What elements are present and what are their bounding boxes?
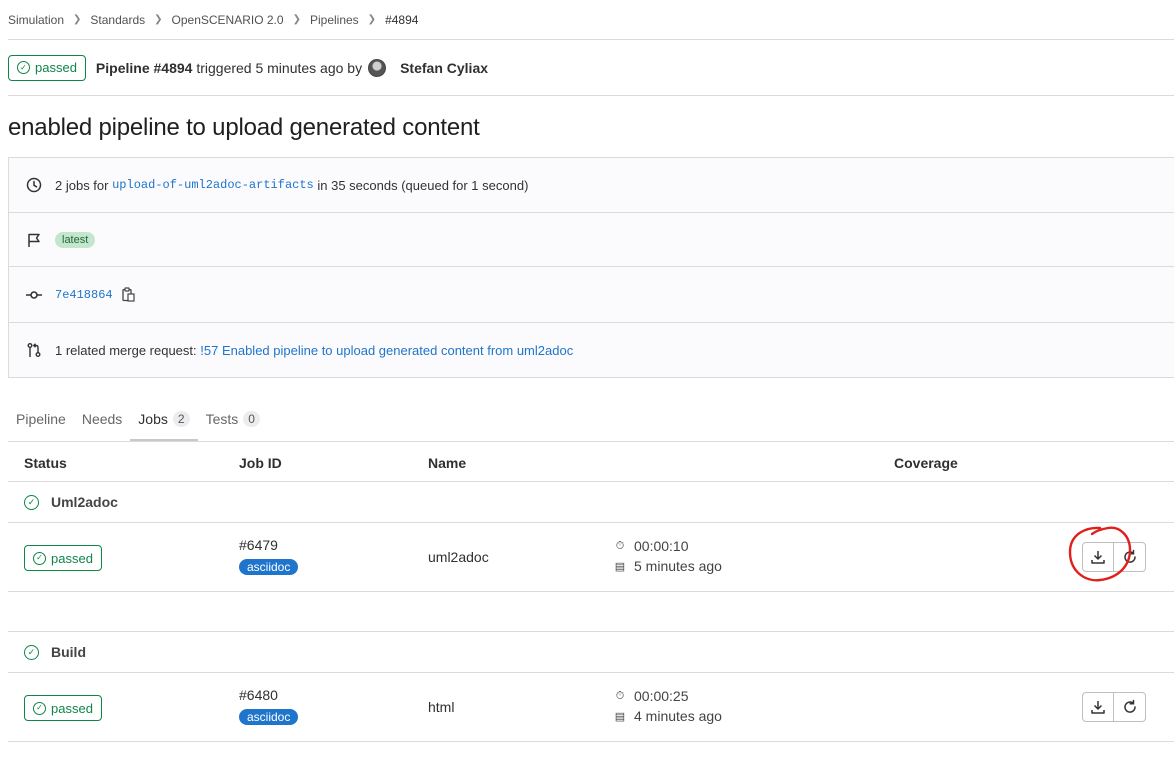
breadcrumb-pipelines[interactable]: Pipelines bbox=[310, 13, 359, 27]
download-icon bbox=[1091, 551, 1105, 564]
pipeline-info-box: 2 jobs for upload-of-uml2adoc-artifacts … bbox=[8, 157, 1174, 378]
pipeline-header-text: Pipeline #4894 triggered 5 minutes ago b… bbox=[95, 58, 488, 77]
calendar-icon: ▤ bbox=[614, 710, 626, 723]
job-status-text: passed bbox=[51, 550, 93, 566]
col-coverage: Coverage bbox=[894, 455, 958, 471]
download-artifacts-button[interactable] bbox=[1082, 542, 1114, 572]
job-actions bbox=[1082, 542, 1146, 572]
stage-header: ✓ Uml2adoc bbox=[8, 482, 1174, 523]
breadcrumb-simulation[interactable]: Simulation bbox=[8, 13, 64, 27]
info-row-badges: latest bbox=[9, 213, 1174, 267]
check-circle-icon: ✓ bbox=[17, 61, 30, 74]
avatar[interactable] bbox=[368, 58, 387, 77]
breadcrumb-standards[interactable]: Standards bbox=[90, 13, 145, 27]
job-duration-value: 00:00:25 bbox=[634, 688, 689, 704]
tab-tests[interactable]: Tests 0 bbox=[198, 411, 268, 441]
tab-pipeline[interactable]: Pipeline bbox=[8, 411, 74, 441]
col-name: Name bbox=[428, 455, 467, 471]
tab-label: Jobs bbox=[138, 411, 168, 427]
retry-icon bbox=[1123, 549, 1136, 563]
tab-label: Needs bbox=[81, 411, 123, 427]
job-status-text: passed bbox=[51, 700, 93, 716]
user-name[interactable]: Stefan Cyliax bbox=[400, 60, 488, 76]
stage-name: Build bbox=[51, 644, 86, 660]
table-row: ✓ passed #6480 asciidoc html ⏱ 00:00:25 … bbox=[8, 673, 1174, 742]
stage-header: ✓ Build bbox=[8, 632, 1174, 673]
job-finished-value: 4 minutes ago bbox=[634, 708, 722, 724]
tab-needs[interactable]: Needs bbox=[74, 411, 130, 441]
tab-jobs[interactable]: Jobs 2 bbox=[130, 411, 198, 441]
info-row-merge-request: 1 related merge request: !57 Enabled pip… bbox=[9, 323, 1174, 377]
pipeline-status-badge[interactable]: ✓ passed bbox=[8, 54, 86, 81]
pipeline-status-text: passed bbox=[35, 60, 77, 75]
branch-link[interactable]: upload-of-uml2adoc-artifacts bbox=[112, 178, 314, 192]
mr-prefix: 1 related merge request: bbox=[55, 342, 197, 358]
table-row: ✓ passed #6479 asciidoc uml2adoc ⏱ 00:00… bbox=[8, 523, 1174, 592]
breadcrumb-pipeline-id[interactable]: #4894 bbox=[385, 13, 418, 27]
job-finished: ▤ 4 minutes ago bbox=[614, 708, 722, 724]
pipeline-tabs: Pipeline Needs Jobs 2 Tests 0 bbox=[8, 378, 1174, 442]
pipeline-label: Pipeline #4894 bbox=[95, 59, 193, 76]
chevron-right-icon: ❯ bbox=[367, 14, 377, 25]
flag-icon bbox=[25, 231, 43, 249]
triggered-text: triggered 5 minutes ago by bbox=[196, 59, 363, 76]
job-actions bbox=[1082, 692, 1146, 722]
jobs-suffix: in 35 seconds (queued for 1 second) bbox=[317, 177, 529, 193]
job-name-link[interactable]: uml2adoc bbox=[428, 549, 489, 565]
tab-label: Tests bbox=[205, 411, 239, 427]
commit-sha-link[interactable]: 7e418864 bbox=[55, 288, 113, 302]
chevron-right-icon: ❯ bbox=[154, 14, 163, 25]
pipeline-page: Simulation ❯ Standards ❯ OpenSCENARIO 2.… bbox=[0, 0, 1174, 767]
tab-count: 2 bbox=[172, 411, 190, 427]
col-status: Status bbox=[24, 455, 67, 471]
clipboard-icon[interactable] bbox=[121, 287, 135, 302]
job-status-badge[interactable]: ✓ passed bbox=[24, 695, 102, 721]
job-duration-value: 00:00:10 bbox=[634, 538, 689, 554]
jobs-prefix: 2 jobs for bbox=[55, 177, 109, 193]
calendar-icon: ▤ bbox=[614, 560, 626, 573]
merge-request-link[interactable]: !57 Enabled pipeline to upload generated… bbox=[200, 343, 573, 358]
job-tag: asciidoc bbox=[239, 709, 299, 725]
job-tag: asciidoc bbox=[239, 559, 299, 575]
commit-icon bbox=[25, 286, 43, 304]
pipeline-header: ✓ passed Pipeline #4894 triggered 5 minu… bbox=[8, 40, 1174, 96]
merge-request-icon bbox=[25, 341, 43, 359]
retry-button[interactable] bbox=[1114, 542, 1146, 572]
col-job-id: Job ID bbox=[239, 455, 282, 471]
tab-count: 0 bbox=[243, 411, 260, 427]
check-circle-icon: ✓ bbox=[24, 644, 39, 660]
breadcrumb-project[interactable]: OpenSCENARIO 2.0 bbox=[172, 13, 284, 27]
retry-button[interactable] bbox=[1114, 692, 1146, 722]
timer-icon: ⏱ bbox=[615, 689, 625, 702]
check-circle-icon: ✓ bbox=[33, 701, 46, 715]
chevron-right-icon: ❯ bbox=[292, 14, 301, 25]
chevron-right-icon: ❯ bbox=[73, 14, 82, 25]
job-duration: ⏱ 00:00:10 bbox=[614, 538, 689, 554]
info-row-jobs: 2 jobs for upload-of-uml2adoc-artifacts … bbox=[9, 158, 1174, 213]
stage-spacer bbox=[8, 592, 1174, 632]
job-duration: ⏱ 00:00:25 bbox=[614, 688, 689, 704]
latest-badge: latest bbox=[55, 231, 96, 248]
retry-icon bbox=[1123, 699, 1136, 713]
check-circle-icon: ✓ bbox=[24, 494, 39, 510]
info-row-commit: 7e418864 bbox=[9, 267, 1174, 323]
tab-label: Pipeline bbox=[16, 411, 66, 427]
download-artifacts-button[interactable] bbox=[1082, 692, 1114, 722]
job-status-badge[interactable]: ✓ passed bbox=[24, 545, 102, 571]
jobs-table-header: Status Job ID Name Coverage bbox=[8, 442, 1174, 482]
breadcrumb: Simulation ❯ Standards ❯ OpenSCENARIO 2.… bbox=[8, 0, 1174, 40]
timer-icon: ⏱ bbox=[615, 539, 625, 552]
job-name-link[interactable]: html bbox=[428, 699, 454, 715]
check-circle-icon: ✓ bbox=[33, 551, 46, 565]
job-finished-value: 5 minutes ago bbox=[634, 558, 722, 574]
clock-icon bbox=[25, 176, 43, 194]
job-id-link[interactable]: #6479 bbox=[239, 537, 278, 553]
page-title: enabled pipeline to upload generated con… bbox=[8, 114, 480, 141]
job-id-link[interactable]: #6480 bbox=[239, 687, 278, 703]
stage-name: Uml2adoc bbox=[51, 494, 118, 510]
download-icon bbox=[1091, 701, 1105, 714]
job-finished: ▤ 5 minutes ago bbox=[614, 558, 722, 574]
